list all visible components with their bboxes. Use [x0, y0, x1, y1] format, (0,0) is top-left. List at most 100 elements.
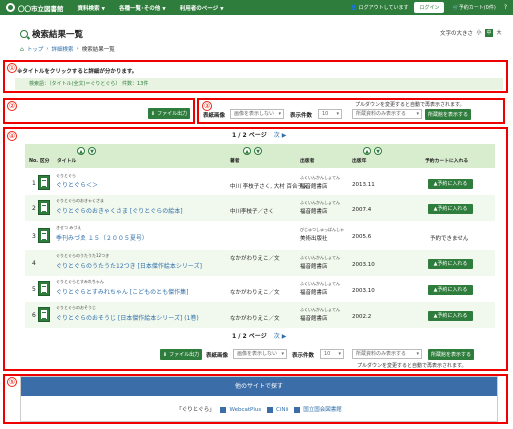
download-icon: ⬇ — [150, 110, 156, 117]
webcatplus-link[interactable]: WebcatPlus — [229, 407, 261, 413]
reserve-button-label: 予約に入れる — [437, 206, 468, 212]
file-output-button[interactable]: ⬇ ファイル出力 — [148, 108, 190, 119]
marker-3: ③ — [202, 101, 212, 111]
search-condition: 検索語：（タイトル(全文)＝ぐりとぐら） 件数：13件 — [15, 78, 503, 90]
cover-image-label: 表紙画像 — [203, 113, 226, 119]
header-no: No. 区分 — [29, 157, 49, 164]
title-link[interactable]: ぐりとぐらのうたうた12つき [日本傑作絵本シリーズ] — [56, 261, 202, 270]
publisher-kana: ふくいんかんしょてん — [300, 175, 340, 180]
reserve-button[interactable]: ▲予約に入れる — [428, 311, 473, 321]
author: なかがわりえこ／文 — [230, 316, 280, 322]
table-row: 6 ぐりとぐらのおそうじ ぐりとぐらのおそうじ [日本傑作絵本シリーズ] (1巻… — [25, 302, 495, 328]
publish-year: 2005.6 — [352, 234, 372, 240]
font-size-medium[interactable]: 中 — [485, 29, 493, 37]
pager-next-link[interactable]: 次 ▶ — [274, 333, 287, 340]
table-row: 3 きせつ みづえ 季刊みづゑ １５（２００５夏号） びじゅつしゅっぱんしゃ 美… — [25, 221, 495, 250]
nav-item-lists[interactable]: 各種一覧･その他 ▼ — [119, 4, 166, 12]
show-holding-library-button[interactable]: 所蔵館を表示する — [425, 109, 471, 120]
sort-asc-icon[interactable]: ▲ — [77, 147, 85, 155]
library-logo[interactable]: 〇〇市立図書館 — [6, 3, 64, 13]
display-count-label: 表示件数 — [292, 353, 315, 359]
title-kana: ぐりとぐらとすみれちゃん — [56, 279, 104, 284]
publisher-kana: ふくいんかんしょてん — [300, 281, 340, 286]
publisher-kana: ふくいんかんしょてん — [300, 255, 340, 260]
reserve-cart-link[interactable]: 🛒予約カート(0件) — [452, 4, 495, 11]
pager-next-link[interactable]: 次 ▶ — [274, 132, 287, 139]
help-icon[interactable]: ? — [504, 4, 507, 11]
title-link[interactable]: ぐりとぐらとすみれちゃん [こどものとも傑作集] — [56, 287, 188, 296]
breadcrumb-current: 検索結果一覧 — [81, 47, 115, 53]
book-icon — [38, 175, 50, 190]
section-1-search-condition: ※タイトルをクリックすると詳細が分かります。 検索語：（タイトル(全文)＝ぐりと… — [3, 60, 508, 93]
title-link[interactable]: ぐりとぐらのおそうじ [日本傑作絵本シリーズ] (1巻) — [56, 313, 199, 322]
table-row: 4 ぐりとぐらのうたうた12つき ぐりとぐらのうたうた12つき [日本傑作絵本シ… — [25, 250, 495, 276]
cover-image-select-bottom[interactable]: 画像を表示しない — [233, 349, 287, 359]
sort-desc-icon[interactable]: ▼ — [88, 147, 96, 155]
breadcrumb-detail-search[interactable]: 詳細検索 — [52, 45, 74, 53]
breadcrumb-separator: › — [46, 46, 49, 52]
display-count-select[interactable]: 10 — [318, 109, 342, 119]
sort-asc-icon[interactable]: ▲ — [243, 147, 251, 155]
header-title: タイトル — [57, 159, 77, 164]
publish-year: 2002.2 — [352, 314, 372, 320]
search-keyword: 「ぐりとぐら」 — [176, 407, 215, 413]
title-kana: ぐりとぐらのうたうた12つき — [56, 253, 110, 258]
marker-1: ① — [7, 63, 17, 73]
click-hint: ※タイトルをクリックすると詳細が分かります。 — [17, 69, 138, 75]
font-size-small[interactable]: 小 — [475, 29, 483, 37]
logout-status: 👤 ログアウトしています — [350, 5, 409, 11]
header-no-text: No. — [29, 159, 39, 164]
font-size-large[interactable]: 大 — [495, 29, 503, 37]
publisher: 福音館書店 — [300, 316, 328, 322]
sort-desc-icon[interactable]: ▼ — [254, 147, 262, 155]
holding-filter-select-bottom[interactable]: 所蔵資料のみ表示する — [352, 349, 422, 359]
title-link[interactable]: ぐりとぐらのおきゃくさま [ぐりとぐらの絵本] — [56, 206, 183, 215]
cinii-link[interactable]: CiNii — [276, 407, 289, 413]
ndl-icon — [294, 406, 301, 413]
file-output-label: ファイル出力 — [169, 352, 200, 358]
file-output-label: ファイル出力 — [157, 111, 188, 117]
breadcrumb-top[interactable]: トップ — [27, 45, 44, 53]
title-kana: ぐりとぐらのおきゃくさま — [56, 198, 104, 203]
table-row: 2 ぐりとぐらのおきゃくさま ぐりとぐらのおきゃくさま [ぐりとぐらの絵本] 中… — [25, 195, 495, 221]
nav-item-user-page[interactable]: 利用者のページ ▼ — [180, 4, 224, 12]
holding-filter-select[interactable]: 所蔵資料のみ表示する — [352, 109, 422, 119]
title-link[interactable]: 季刊みづゑ １５（２００５夏号） — [56, 233, 148, 242]
other-sites-title: 他のサイトで探す — [21, 377, 497, 396]
reserve-button[interactable]: ▲予約に入れる — [428, 259, 473, 269]
ndl-link[interactable]: 国立国会図書館 — [303, 407, 342, 413]
sort-asc-icon[interactable]: ▲ — [363, 147, 371, 155]
logo-mark-icon — [6, 3, 15, 12]
sort-desc-icon[interactable]: ▼ — [374, 147, 382, 155]
publish-year: 2013.11 — [352, 182, 375, 188]
author: 中川李枝子／さく — [230, 209, 275, 215]
page-title: 検索結果一覧 — [20, 28, 83, 40]
title-link[interactable]: ぐりとぐら＜＞ — [56, 180, 98, 189]
caret-down-icon: ▼ — [220, 6, 224, 12]
download-icon: ⬇ — [162, 351, 168, 358]
marker-2: ② — [7, 101, 17, 111]
header-reserve: 予約カートに入れる — [425, 159, 469, 164]
nav-item-search[interactable]: 資料検索 ▼ — [78, 4, 105, 12]
display-count-label: 表示件数 — [290, 113, 313, 119]
reserve-button[interactable]: ▲予約に入れる — [428, 179, 473, 189]
header-type-text: 区分 — [39, 159, 50, 164]
cover-image-select[interactable]: 画像を表示しない — [230, 109, 284, 119]
file-output-button-bottom[interactable]: ⬇ ファイル出力 — [160, 349, 202, 360]
font-size-label: 文字の大きさ — [439, 31, 473, 37]
caret-down-icon: ▼ — [162, 6, 166, 12]
reserve-unavailable: 予約できません — [430, 236, 469, 242]
author: なかがわりえこ／文 — [230, 256, 280, 262]
publish-year: 2007.4 — [352, 207, 372, 213]
reserve-button[interactable]: ▲予約に入れる — [428, 285, 473, 295]
publisher: 福音館書店 — [300, 290, 328, 296]
display-count-select-bottom[interactable]: 10 — [320, 349, 344, 359]
show-holding-library-button-bottom[interactable]: 所蔵館を表示する — [428, 349, 474, 360]
login-button[interactable]: ログイン — [414, 2, 445, 13]
reserve-button[interactable]: ▲予約に入れる — [428, 204, 473, 214]
page-title-text: 検索結果一覧 — [32, 30, 84, 40]
other-sites-panel: 他のサイトで探す 「ぐりとぐら」 WebcatPlus CiNii 国立国会図書… — [20, 376, 498, 422]
table-header: No. 区分 タイトル ▲ ▼ 著者 ▲ ▼ 出版者 出版年 ▲ ▼ 予約カート… — [25, 144, 495, 168]
pager-text: 1 / 2 ページ — [232, 132, 267, 139]
other-sites-links: 「ぐりとぐら」 WebcatPlus CiNii 国立国会図書館 — [21, 405, 497, 413]
